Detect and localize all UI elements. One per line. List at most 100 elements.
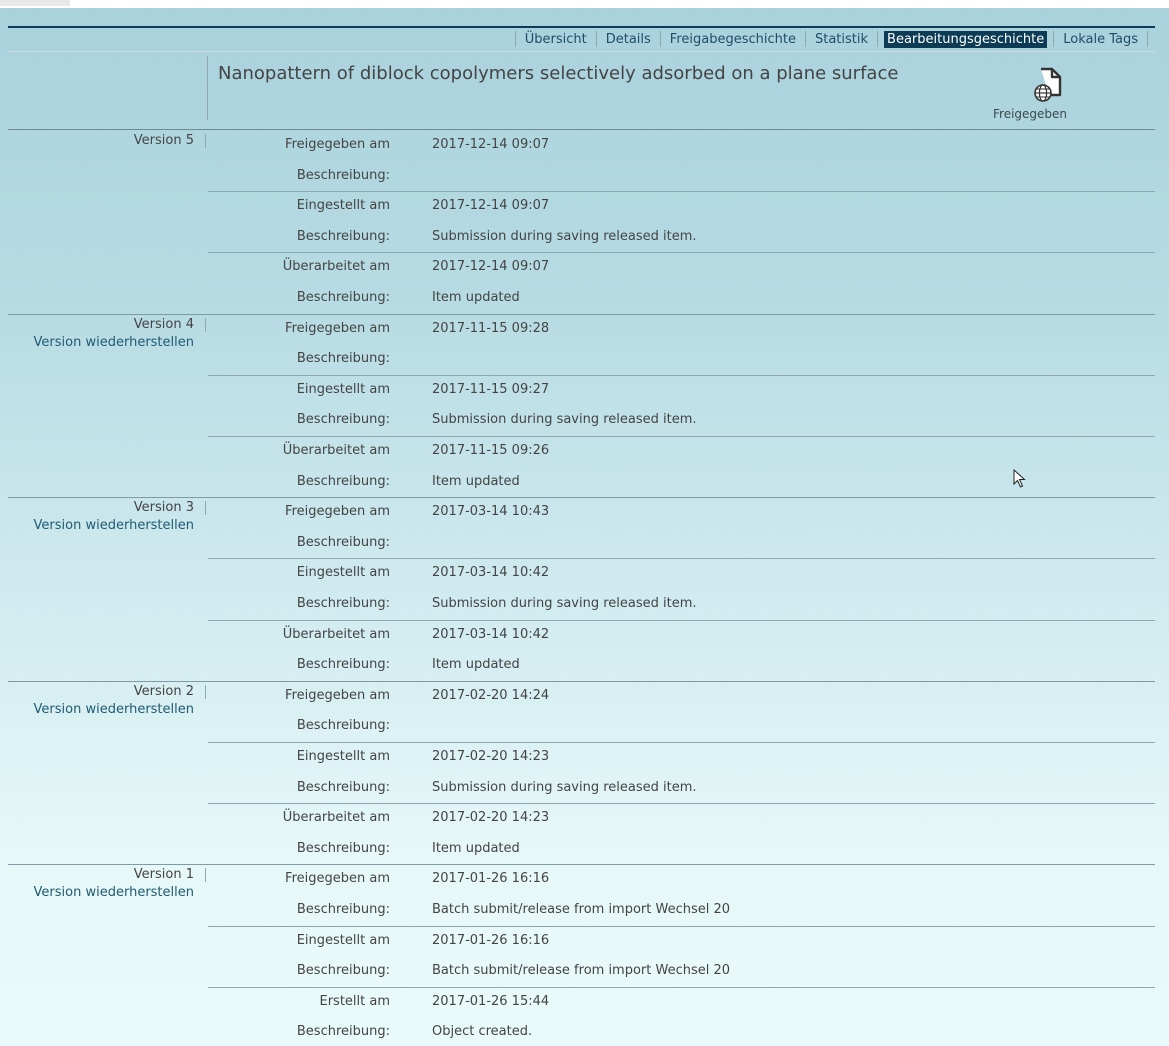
- nav-rule: [8, 51, 1155, 52]
- version-label-separator: [205, 501, 206, 516]
- event-description-row: Beschreibung: Submission during saving re…: [208, 589, 1155, 620]
- tab-separator: [804, 31, 806, 47]
- event-date-row: Eingestellt am 2017-03-14 10:42: [208, 558, 1155, 589]
- event-description-row: Beschreibung: Submission during saving re…: [208, 405, 1155, 436]
- event-label: Freigegeben am: [285, 320, 390, 336]
- event-date-row: Freigegeben am 2017-03-14 10:43: [208, 497, 1155, 528]
- version-label: Version 2: [133, 683, 194, 699]
- tab-edit-history[interactable]: Bearbeitungsgeschichte: [884, 30, 1048, 48]
- event-description-row: Beschreibung: Submission during saving re…: [208, 222, 1155, 253]
- restore-version-link[interactable]: Version wiederherstellen: [34, 885, 194, 900]
- event-timestamp: 2017-01-26 16:16: [432, 871, 550, 887]
- event-label: Freigegeben am: [285, 687, 390, 703]
- description-label: Beschreibung:: [296, 595, 390, 611]
- item-title: Nanopattern of diblock copolymers select…: [218, 63, 899, 84]
- event-description: Submission during saving released item.: [432, 779, 697, 795]
- status-label: Freigegeben: [993, 107, 1068, 121]
- event-divider: [208, 191, 1155, 193]
- event-description-row: Beschreibung: Item updated: [208, 650, 1155, 681]
- top-strip: [0, 0, 1169, 8]
- event-date-row: Überarbeitet am 2017-12-14 09:07: [208, 252, 1155, 283]
- event-description: Object created.: [432, 1024, 533, 1040]
- tab-release-history[interactable]: Freigabegeschichte: [667, 31, 799, 48]
- event-timestamp: 2017-01-26 15:44: [432, 993, 550, 1009]
- description-label: Beschreibung:: [296, 963, 390, 979]
- event-label: Freigegeben am: [285, 504, 390, 520]
- tab-separator: [659, 31, 661, 47]
- event-label: Freigegeben am: [285, 137, 390, 152]
- description-label: Beschreibung:: [296, 228, 390, 244]
- event-divider: [208, 619, 1155, 621]
- version-label: Version 3: [133, 500, 194, 516]
- description-label: Beschreibung:: [296, 840, 390, 856]
- tab-details[interactable]: Details: [603, 31, 654, 48]
- event-description: Item updated: [432, 657, 520, 673]
- event-label: Überarbeitet am: [282, 442, 390, 458]
- event-description-row: Beschreibung:: [208, 711, 1155, 742]
- event-description-row: Beschreibung: Item updated: [208, 834, 1155, 865]
- restore-version-link[interactable]: Version wiederherstellen: [34, 518, 194, 533]
- header-rule: [8, 26, 1155, 28]
- tab-local-tags[interactable]: Lokale Tags: [1060, 31, 1141, 48]
- event-timestamp: 2017-03-14 10:42: [432, 626, 550, 642]
- version-label-separator: [205, 868, 206, 883]
- tab-separator: [1147, 31, 1148, 47]
- description-label: Beschreibung:: [296, 412, 390, 428]
- event-description: Submission during saving released item.: [432, 412, 697, 428]
- restore-version-link[interactable]: Version wiederherstellen: [34, 702, 194, 717]
- event-timestamp: 2017-12-14 09:07: [432, 259, 550, 275]
- event-label: Überarbeitet am: [282, 626, 390, 642]
- event-timestamp: 2017-11-15 09:26: [432, 442, 550, 458]
- event-divider: [208, 803, 1155, 805]
- event-description: Submission during saving released item.: [432, 228, 697, 244]
- description-label: Beschreibung:: [296, 901, 390, 917]
- tab-overview[interactable]: Übersicht: [522, 31, 590, 48]
- event-date-row: Erstellt am 2017-01-26 15:44: [208, 986, 1155, 1018]
- description-label: Beschreibung:: [296, 167, 390, 183]
- event-description-row: Beschreibung:: [208, 528, 1155, 559]
- version-label: Version 5: [133, 133, 194, 148]
- version-label-separator: [205, 134, 206, 148]
- description-label: Beschreibung:: [296, 1024, 390, 1040]
- version-block: Version 5 Freigegeben am 2017-12-14 09:07 B…: [8, 130, 1155, 314]
- event-description: Batch submit/release from import Wechsel…: [432, 963, 731, 979]
- event-date-row: Freigegeben am 2017-02-20 14:24: [208, 681, 1155, 712]
- event-timestamp: 2017-01-26 16:16: [432, 932, 550, 948]
- event-label: Eingestellt am: [296, 748, 390, 764]
- event-timestamp: 2017-12-14 09:07: [432, 198, 550, 214]
- event-date-row: Überarbeitet am 2017-03-14 10:42: [208, 619, 1155, 651]
- event-label: Eingestellt am: [296, 932, 390, 948]
- event-date-row: Freigegeben am 2017-11-15 09:28: [208, 314, 1155, 345]
- description-label: Beschreibung:: [296, 351, 390, 367]
- event-timestamp: 2017-11-15 09:27: [432, 381, 550, 397]
- event-divider: [208, 741, 1155, 743]
- event-label: Überarbeitet am: [282, 259, 390, 275]
- event-description: Item updated: [432, 473, 520, 489]
- description-label: Beschreibung:: [296, 657, 390, 673]
- description-label: Beschreibung:: [296, 534, 390, 550]
- version-label: Version 1: [133, 867, 194, 883]
- event-date-row: Freigegeben am 2017-12-14 09:07: [208, 130, 1155, 161]
- tab-separator: [514, 31, 516, 47]
- event-description-row: Beschreibung: Batch submit/release from i…: [208, 956, 1155, 987]
- version-block: Version 3 Version wiederherstellen Freigeg…: [8, 497, 1155, 681]
- tab-statistics[interactable]: Statistik: [812, 31, 871, 48]
- description-label: Beschreibung:: [296, 473, 390, 489]
- event-label: Freigegeben am: [285, 871, 390, 887]
- event-timestamp: 2017-02-20 14:23: [432, 748, 550, 764]
- mouse-cursor-icon: [1013, 469, 1026, 488]
- event-description: Batch submit/release from import Wechsel…: [432, 901, 731, 917]
- event-description: Item updated: [432, 290, 520, 305]
- event-date-row: Überarbeitet am 2017-11-15 09:26: [208, 435, 1155, 467]
- event-date-row: Eingestellt am 2017-01-26 16:16: [208, 925, 1155, 957]
- restore-version-link[interactable]: Version wiederherstellen: [34, 335, 194, 350]
- event-divider: [208, 374, 1155, 376]
- item-tabs: Übersicht Details Freigabegeschichte Sta…: [509, 29, 1154, 49]
- title-separator: [207, 56, 208, 120]
- event-date-row: Eingestellt am 2017-11-15 09:27: [208, 374, 1155, 406]
- event-date-row: Überarbeitet am 2017-02-20 14:23: [208, 803, 1155, 834]
- version-label: Version 4: [133, 316, 194, 332]
- event-divider: [208, 925, 1155, 927]
- version-block: Version 1 Version wiederherstellen Freigeg…: [8, 864, 1155, 1046]
- event-label: Eingestellt am: [296, 565, 390, 581]
